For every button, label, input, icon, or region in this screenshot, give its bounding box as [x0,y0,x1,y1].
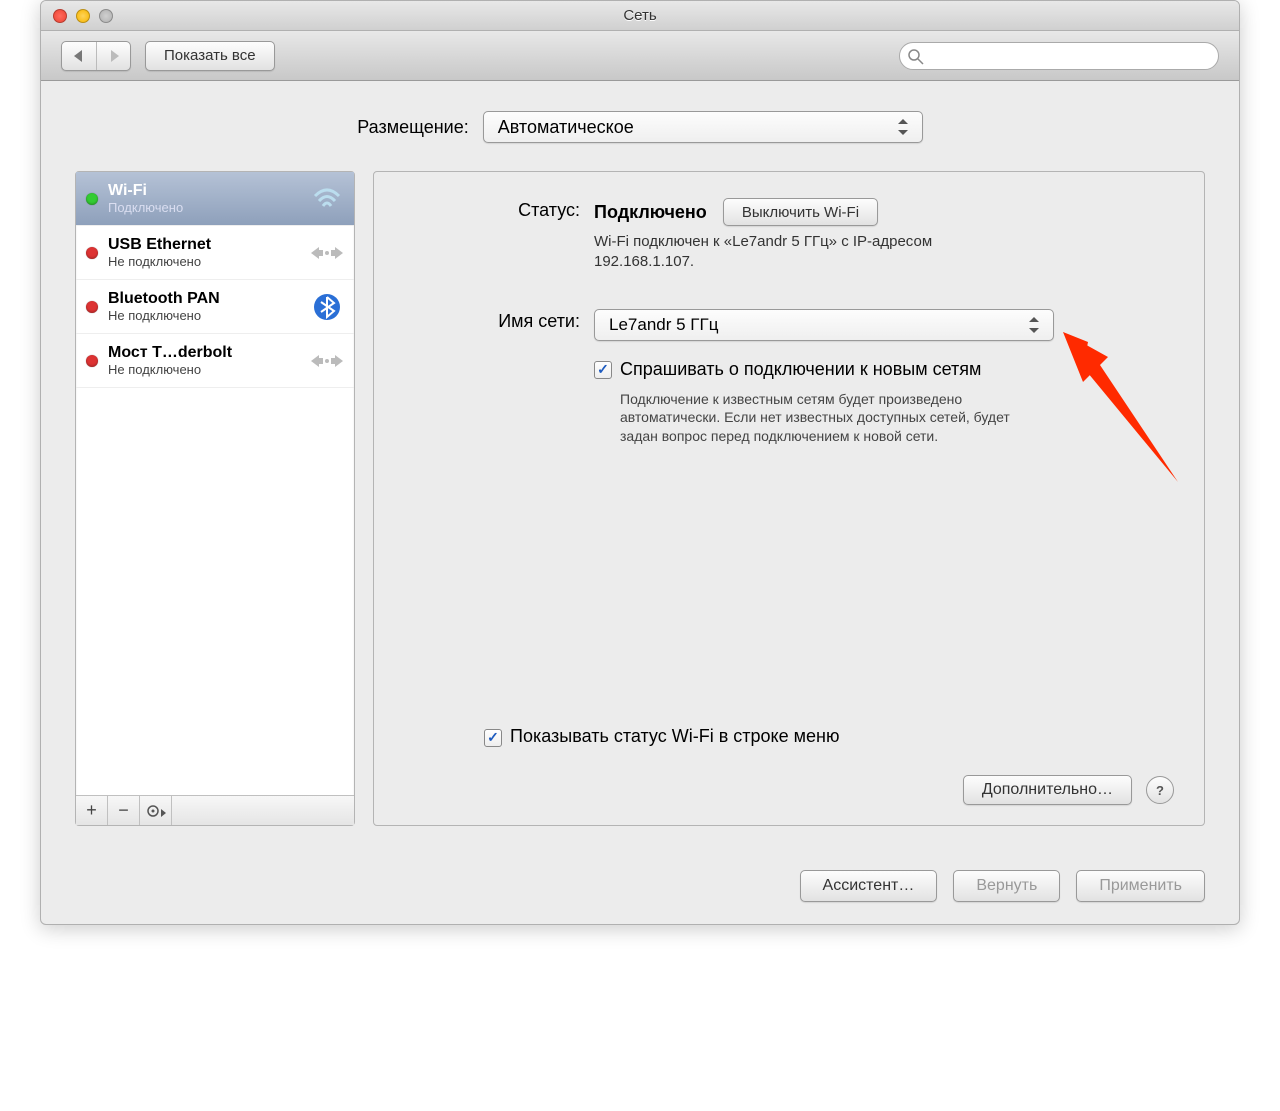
location-label: Размещение: [357,117,468,138]
ask-join-help: Подключение к известным сетям будет прои… [620,390,1050,447]
location-value: Автоматическое [498,117,634,138]
bluetooth-icon [310,294,344,320]
pref-body: Размещение: Автоматическое Wi-Fi Подключ… [41,81,1239,852]
search-icon [908,49,924,65]
location-popup[interactable]: Автоматическое [483,111,923,143]
toggle-wifi-button[interactable]: Выключить Wi-Fi [723,198,878,226]
interface-name: Wi-Fi [108,182,300,200]
close-icon[interactable] [53,9,67,23]
sidebar-item-thunderbolt-bridge[interactable]: Мост T…derbolt Не подключено [76,334,354,388]
panels: Wi-Fi Подключено USB Ethernet Не подключ… [75,171,1205,826]
interface-sidebar: Wi-Fi Подключено USB Ethernet Не подключ… [75,171,355,826]
detail-pane: Статус: Подключено Выключить Wi-Fi Wi-Fi… [373,171,1205,826]
ethernet-icon [310,240,344,266]
chevron-left-icon [74,50,84,62]
apply-button[interactable]: Применить [1076,870,1205,902]
show-status-label: Показывать статус Wi-Fi в строке меню [510,726,839,747]
interface-actions-button[interactable] [140,796,172,825]
minimize-icon[interactable] [76,9,90,23]
sidebar-item-bluetooth-pan[interactable]: Bluetooth PAN Не подключено [76,280,354,334]
toolbar: Показать все [41,31,1239,81]
add-interface-button[interactable]: + [76,796,108,825]
status-dot-icon [86,247,98,259]
interface-status: Не подключено [108,254,300,269]
nav-segment [61,41,131,71]
advanced-button[interactable]: Дополнительно… [963,775,1132,805]
show-status-row: Показывать статус Wi-Fi в строке меню [484,726,1174,747]
remove-interface-button[interactable]: − [108,796,140,825]
network-name-value: Le7andr 5 ГГц [609,315,718,335]
titlebar: Сеть [41,1,1239,31]
network-name-label: Имя сети: [404,309,594,447]
revert-button[interactable]: Вернуть [953,870,1060,902]
show-status-checkbox[interactable] [484,729,502,747]
gear-icon [146,804,166,818]
interface-status: Не подключено [108,308,300,323]
location-row: Размещение: Автоматическое [75,111,1205,143]
assistant-button[interactable]: Ассистент… [800,870,938,902]
window-title: Сеть [41,7,1239,24]
status-description: Wi-Fi подключен к «Le7andr 5 ГГц» с IP-а… [594,232,1014,273]
network-preferences-window: Сеть Показать все Размещение: Автоматиче… [40,0,1240,925]
status-dot-icon [86,301,98,313]
sidebar-item-wifi[interactable]: Wi-Fi Подключено [76,172,354,226]
sidebar-item-usb-ethernet[interactable]: USB Ethernet Не подключено [76,226,354,280]
zoom-icon[interactable] [99,9,113,23]
interface-list: Wi-Fi Подключено USB Ethernet Не подключ… [76,172,354,795]
show-all-button[interactable]: Показать все [145,41,275,71]
chevron-right-icon [109,50,119,62]
interface-status: Не подключено [108,362,300,377]
interface-name: Мост T…derbolt [108,344,300,362]
wifi-icon [310,186,344,212]
help-button[interactable]: ? [1146,776,1174,804]
ask-join-label: Спрашивать о подключении к новым сетям [620,359,1050,380]
footer-buttons: Ассистент… Вернуть Применить [41,852,1239,924]
status-label: Статус: [404,198,594,273]
ask-join-checkbox[interactable] [594,361,612,379]
status-dot-icon [86,355,98,367]
status-value: Подключено [594,202,707,223]
ethernet-icon [310,348,344,374]
interface-name: Bluetooth PAN [108,290,300,308]
interface-name: USB Ethernet [108,236,300,254]
sidebar-footer: + − [76,795,354,825]
traffic-lights [41,9,113,23]
network-name-popup[interactable]: Le7andr 5 ГГц [594,309,1054,341]
back-button[interactable] [62,42,96,70]
search-input[interactable] [899,42,1219,70]
stepper-icon [898,117,912,137]
status-dot-icon [86,193,98,205]
interface-status: Подключено [108,200,300,215]
stepper-icon [1029,315,1043,335]
forward-button[interactable] [96,42,130,70]
